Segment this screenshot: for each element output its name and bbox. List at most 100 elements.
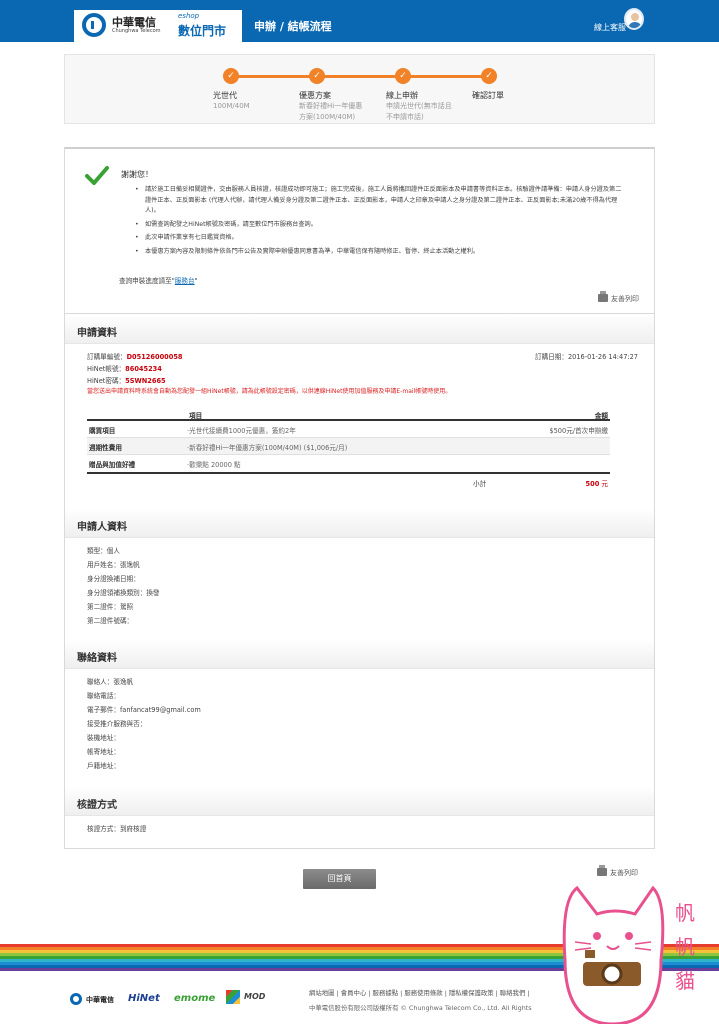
verify-panel: 核證方式 核證方式：到府核證	[64, 786, 655, 849]
contact-name: 聯絡人：張逸帆	[87, 678, 134, 686]
cat-watermark-icon: 帆 帆 貓	[562, 885, 695, 1024]
applicant-name: 用戶姓名：張逸帆	[87, 561, 140, 569]
watermark-char-1: 帆	[675, 901, 695, 925]
footer-copyright: 中華電信股份有限公司版權所有 © Chunghwa Telecom Co., L…	[309, 1004, 532, 1012]
step-3-sub2: 不申請市話)	[386, 113, 424, 121]
hinet-password-value: 5SWN2665	[125, 377, 166, 385]
contact-heading: 聯絡資料	[65, 639, 654, 669]
home-button[interactable]: 回首頁	[303, 869, 376, 889]
order-table: 項目 金額 購買項目 ‧光世代接續費1000元優惠，簽約2年 $500元/首次申…	[87, 407, 610, 488]
table-row: 週期性費用 ‧新春好禮Hi一年優惠方案(100M/40M) ($1,006元/月…	[87, 438, 610, 455]
notice-item: 本優惠方案內容及限制條件依各門市公告及實際申辦優惠同意書為準，中華電信保有隨時修…	[135, 247, 625, 258]
applicant-type: 類型：個人	[87, 547, 120, 555]
step-1-sub: 100M/40M	[213, 102, 250, 110]
thank-you-title: 謝謝您！	[121, 170, 153, 179]
step-2-check-icon: ✓	[309, 68, 325, 84]
order-no-label: 訂購單編號：	[87, 353, 127, 361]
service-desk-link[interactable]: 服務台	[175, 277, 195, 285]
applicant-second-doc: 第二證件：駕照	[87, 603, 134, 611]
table-header: 項目 金額	[87, 407, 610, 421]
top-header: 中華電信 Chunghwa Telecom eshop 數位門市 申辦 / 結帳…	[0, 0, 719, 42]
print-label: 友善列印	[610, 869, 638, 877]
applicant-heading: 申請人資料	[65, 508, 654, 538]
table-row: 購買項目 ‧光世代接續費1000元優惠，簽約2年 $500元/首次申辦繳	[87, 421, 610, 438]
step-3-check-icon: ✓	[395, 68, 411, 84]
mod-logo-icon	[226, 990, 240, 1004]
progress-query-line: 查詢申裝進度請至"服務台"	[119, 275, 198, 285]
service-avatar-icon[interactable]	[624, 8, 644, 30]
contact-referral: 接受推介服務與否：	[87, 720, 147, 728]
eshop-label: eshop	[178, 12, 200, 20]
print-label: 友善列印	[611, 295, 639, 303]
order-date-row: 訂購日期：2016-01-26 14:47:27	[535, 352, 638, 362]
application-heading: 申請資料	[65, 314, 654, 344]
col-item-header: 項目	[189, 412, 203, 420]
row-item: ‧新春好禮Hi一年優惠方案(100M/40M) ($1,006元/月)	[187, 444, 348, 452]
row-category: 週期性費用	[89, 444, 122, 452]
install-address: 裝機地址：	[87, 734, 120, 742]
notice-list: 請於施工日備妥相關證件，交由服務人員核證，核證成功即可施工；施工完成後，施工人員…	[135, 185, 625, 260]
applicant-id-date: 身分證換補日期：	[87, 575, 140, 583]
step-3-label: 線上申辦	[386, 91, 418, 100]
subtotal-row: 小計 500 元	[87, 472, 610, 488]
footer-links[interactable]: 網站地圖 | 會員中心 | 服務據點 | 服務使用條款 | 隱私權保護政策 | …	[309, 988, 530, 997]
printer-icon	[597, 865, 607, 876]
subtotal-label: 小計	[473, 480, 487, 488]
hinet-account-row: HiNet帳號：86045234	[87, 364, 162, 374]
contact-email: 電子郵件：fanfancat99@gmail.com	[87, 706, 201, 714]
printer-icon	[598, 291, 608, 302]
col-amount-header: 金額	[594, 412, 608, 420]
verify-heading: 核證方式	[65, 786, 654, 816]
hinet-account-value: 86045234	[125, 365, 162, 373]
page-title: 申辦 / 結帳流程	[254, 20, 332, 33]
step-2-sub1: 新春好禮Hi一年優惠	[299, 102, 363, 110]
step-4-label: 確認訂單	[472, 91, 504, 100]
hinet-note: 當您送出申請資料時系統會自動為您配發一組HiNet帳號，請為此帳號設定密碼，以供…	[87, 388, 452, 395]
mod-logo[interactable]: MOD	[244, 992, 265, 1001]
query-prefix: 查詢申裝進度請至"	[119, 277, 175, 285]
subtotal-value: 500	[585, 480, 600, 488]
emome-logo[interactable]: emome	[174, 993, 215, 1004]
print-friendly-button-top[interactable]: 友善列印	[598, 291, 639, 304]
notice-item: 此次申請作業享有七日鑑賞資格。	[135, 233, 625, 244]
order-no-row: 訂購單編號：D05126000058	[87, 352, 183, 362]
partner-logos: 中華電信 HiNet emome MOD	[70, 990, 300, 1010]
row-category: 贈品與加值好禮	[89, 461, 136, 469]
print-friendly-button-bottom[interactable]: 友善列印	[597, 865, 638, 878]
watermark-char-2: 帆	[675, 935, 695, 959]
cht-footer-logo-icon	[70, 993, 82, 1005]
application-panel: 申請資料 訂購單編號：D05126000058 訂購日期：2016-01-26 …	[64, 313, 655, 509]
billing-address: 帳寄地址：	[87, 748, 120, 756]
notice-item: 請於施工日備妥相關證件，交由服務人員核證，核證成功即可施工；施工完成後，施工人員…	[135, 185, 625, 217]
step-1-label: 光世代	[213, 91, 237, 100]
order-date-value: 2016-01-26 14:47:27	[567, 353, 638, 361]
cht-footer-logo[interactable]: 中華電信	[86, 995, 114, 1005]
contact-panel: 聯絡資料 聯絡人：張逸帆 聯絡電話： 電子郵件：fanfancat99@gmai…	[64, 639, 655, 787]
residence-address: 戶籍地址：	[87, 762, 120, 770]
row-amount: $500元/首次申辦繳	[549, 427, 608, 435]
query-suffix: "	[194, 277, 198, 285]
order-no-value: D05126000058	[126, 353, 183, 361]
verify-method: 核證方式：到府核證	[87, 825, 147, 833]
subtotal-unit: 元	[599, 480, 608, 488]
online-service-link[interactable]: 線上客服	[594, 22, 626, 33]
brand-logo[interactable]: 中華電信 Chunghwa Telecom eshop 數位門市	[74, 10, 242, 42]
step-1-check-icon: ✓	[223, 68, 239, 84]
applicant-second-doc-no: 第二證件號碼：	[87, 617, 134, 625]
progress-steps: ✓ ✓ ✓ ✓ 光世代 100M/40M 優惠方案 新春好禮Hi一年優惠 方案(…	[64, 54, 655, 124]
cht-logo-icon	[82, 13, 106, 37]
step-2-label: 優惠方案	[299, 91, 331, 100]
step-4-check-icon: ✓	[481, 68, 497, 84]
steps-connector	[231, 75, 489, 78]
row-item: ‧光世代接續費1000元優惠，簽約2年	[187, 427, 296, 435]
notice-item: 如需查詢配發之HiNet帳號及密碼，請至數位門市服務台查詢。	[135, 220, 625, 231]
hinet-logo[interactable]: HiNet	[128, 993, 160, 1004]
contact-phone: 聯絡電話：	[87, 692, 120, 700]
step-3-sub1: 申請光世代(無市話且	[386, 102, 452, 110]
table-row: 贈品與加值好禮 ‧歡樂點 20000 點	[87, 455, 610, 472]
applicant-id-type: 身分證領補換類別：換發	[87, 589, 160, 597]
applicant-panel: 申請人資料 類型：個人 用戶姓名：張逸帆 身分證換補日期： 身分證領補換類別：換…	[64, 508, 655, 640]
green-check-icon	[85, 166, 109, 185]
step-2-sub2: 方案(100M/40M)	[299, 113, 356, 121]
hinet-password-label: HiNet密碼：	[87, 377, 126, 385]
